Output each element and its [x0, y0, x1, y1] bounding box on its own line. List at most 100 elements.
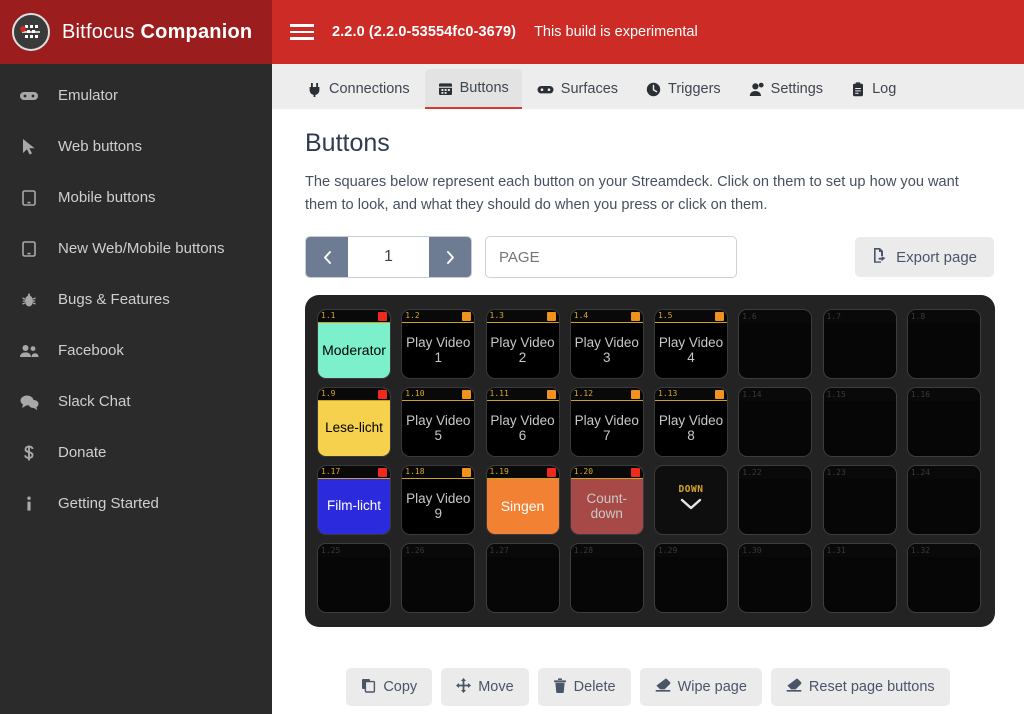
tab-surfaces[interactable]: Surfaces — [524, 69, 631, 109]
sidebar-item-getting-started[interactable]: Getting Started — [0, 478, 272, 529]
grid-button-header: 1.2 — [402, 310, 475, 324]
tab-log[interactable]: Log — [838, 69, 909, 109]
chevron-down-icon — [678, 497, 704, 516]
grid-button-label — [739, 401, 811, 456]
grid-button-id: 1.22 — [742, 467, 762, 477]
grid-button[interactable]: 1.12 Play Video 7 — [569, 387, 644, 458]
grid-button-header: 1.17 — [318, 466, 390, 480]
sidebar-item-new-web-mobile-buttons[interactable]: New Web/Mobile buttons — [0, 223, 272, 274]
grid-button-label — [571, 557, 643, 612]
grid-button[interactable]: 1.18 Play Video 9 — [401, 465, 476, 536]
grid-button[interactable]: 1.16 — [906, 387, 981, 458]
grid-button-header: 1.27 — [486, 544, 559, 558]
copy-button[interactable]: Copy — [346, 668, 433, 706]
brand-title-light: Bitfocus — [62, 20, 135, 43]
grid-button[interactable]: 1.22 — [738, 465, 813, 536]
tab-connections[interactable]: Connections — [294, 69, 423, 109]
grid-button[interactable]: 1.31 — [822, 543, 897, 614]
grid-button[interactable]: 1.15 — [822, 387, 897, 458]
tablet-icon — [16, 240, 42, 258]
grid-button[interactable]: 1.26 — [401, 543, 476, 614]
sidebar-item-label: Slack Chat — [58, 393, 131, 410]
move-button[interactable]: Move — [441, 668, 529, 706]
wipe-page-button[interactable]: Wipe page — [639, 668, 762, 706]
grid-button-status-indicator — [378, 389, 387, 399]
sidebar-item-label: Web buttons — [58, 138, 142, 155]
grid-button-label: Moderator — [322, 342, 386, 359]
grid-button[interactable]: 1.9 Lese-licht — [317, 387, 391, 458]
grid-button[interactable]: 1.30 — [738, 543, 813, 614]
grid-button[interactable]: 1.3 Play Video 2 — [485, 309, 560, 380]
grid-button[interactable]: 1.27 — [485, 543, 560, 614]
grid-button-id: 1.7 — [826, 311, 841, 321]
grid-button[interactable]: 1.25 — [317, 543, 391, 614]
grid-button[interactable]: 1.8 — [906, 309, 981, 380]
prev-page-button[interactable] — [306, 237, 348, 278]
grid-button[interactable]: 1.11 Play Video 6 — [485, 387, 560, 458]
grid-button[interactable]: 1.6 — [738, 309, 813, 380]
grid-button[interactable]: 1.5 Play Video 4 — [654, 309, 728, 380]
sidebar-item-facebook[interactable]: Facebook — [0, 325, 272, 376]
grid-button-label — [739, 479, 811, 534]
grid-button-id: 1.19 — [489, 467, 509, 477]
sidebar-item-bugs-features[interactable]: Bugs & Features — [0, 274, 272, 325]
user-gear-icon — [749, 82, 764, 97]
grid-button[interactable]: 1.14 — [738, 387, 813, 458]
grid-button-status-indicator — [378, 311, 387, 321]
hamburger-menu-icon[interactable] — [290, 24, 314, 40]
tab-label: Surfaces — [560, 81, 619, 97]
sidebar-item-donate[interactable]: Donate — [0, 427, 272, 478]
sidebar-item-mobile-buttons[interactable]: Mobile buttons — [0, 172, 272, 223]
next-page-button[interactable] — [429, 237, 471, 278]
grid-button-label — [739, 557, 811, 612]
page-content: Buttons The squares below represent each… — [272, 109, 1024, 660]
delete-label: Delete — [573, 679, 616, 695]
page-name-input[interactable] — [485, 236, 737, 279]
grid-button-header: 1.16 — [907, 388, 980, 402]
grid-nav-label: DOWN — [678, 484, 704, 496]
grid-button-header: 1.4 — [570, 310, 643, 324]
grid-button-status-indicator — [715, 389, 724, 399]
grid-button-id: 1.10 — [405, 389, 425, 399]
grid-button[interactable]: 1.19 Singen — [485, 465, 560, 536]
brand-title: Bitfocus Companion — [62, 21, 252, 44]
grid-button[interactable]: 1.20 Count-down — [569, 465, 644, 536]
grid-button[interactable]: 1.17 Film-licht — [317, 465, 391, 536]
reset-page-buttons-label: Reset page buttons — [808, 679, 935, 695]
grid-button[interactable]: 1.24 — [906, 465, 981, 536]
grid-button[interactable]: 1.10 Play Video 5 — [401, 387, 476, 458]
tab-buttons[interactable]: Buttons — [424, 69, 522, 109]
tab-settings[interactable]: Settings — [736, 69, 836, 109]
sidebar-item-web-buttons[interactable]: Web buttons — [0, 121, 272, 172]
sidebar-item-emulator[interactable]: Emulator — [0, 70, 272, 121]
grid-button[interactable]: 1.32 — [906, 543, 981, 614]
reset-page-buttons-button[interactable]: Reset page buttons — [770, 668, 950, 706]
grid-button[interactable]: 1.1 Moderator — [317, 309, 391, 380]
grid-button-id: 1.8 — [910, 311, 926, 321]
grid-button[interactable]: 1.23 — [822, 465, 897, 536]
grid-button[interactable]: 1.7 — [822, 309, 897, 380]
file-export-icon — [872, 247, 888, 267]
tab-triggers[interactable]: Triggers — [633, 69, 734, 109]
grid-button[interactable]: 1.4 Play Video 3 — [569, 309, 644, 380]
grid-button-label — [824, 479, 896, 534]
grid-button[interactable]: 1.2 Play Video 1 — [401, 309, 476, 380]
grid-button-status-indicator — [630, 311, 640, 321]
grid-button-header: 1.31 — [823, 544, 896, 558]
export-page-button[interactable]: Export page — [855, 237, 994, 278]
grid-button[interactable]: 1.28 — [569, 543, 644, 614]
move-label: Move — [478, 679, 514, 695]
grid-button-header: 1.18 — [402, 466, 475, 480]
grid-button[interactable]: 1.29 — [654, 543, 728, 614]
grid-nav-button-down[interactable]: DOWN — [654, 465, 728, 536]
grid-button-status-indicator — [546, 467, 556, 477]
dollar-sign-icon — [16, 444, 42, 462]
sidebar-item-label: New Web/Mobile buttons — [58, 240, 225, 257]
delete-button[interactable]: Delete — [537, 668, 631, 706]
sidebar-item-slack-chat[interactable]: Slack Chat — [0, 376, 272, 427]
grid-button-label: Play Video 3 — [574, 335, 639, 365]
info-icon — [16, 495, 42, 513]
page-number-value[interactable]: 1 — [348, 237, 429, 278]
grid-button-label — [908, 323, 980, 378]
grid-button[interactable]: 1.13 Play Video 8 — [654, 387, 728, 458]
